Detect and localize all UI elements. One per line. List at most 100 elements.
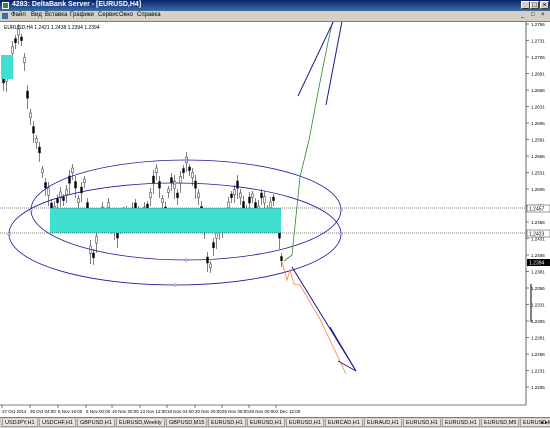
candle-body (188, 166, 191, 171)
price-tick-label: 1.2381 (531, 270, 545, 275)
time-tick-label: 2 Dec 12:00 (276, 409, 301, 414)
chart-tab[interactable]: EURUSD,H1 (442, 419, 480, 427)
title-bar: 4283: DeltaBank Server - [EURUSD,H4] _ □… (0, 0, 550, 11)
candle-body (197, 192, 200, 199)
candle-body (233, 189, 236, 196)
bearish-projection-path (281, 261, 347, 375)
candle-body (230, 193, 233, 198)
candle-body (77, 198, 80, 203)
candle-body (179, 176, 182, 184)
price-tick-label: 1.2656 (531, 88, 545, 93)
candle-body (38, 146, 41, 154)
time-tick-label: 13 Nov 12:00 (140, 409, 167, 414)
candle-body (158, 181, 161, 189)
candle-body (23, 57, 26, 64)
chart-tab[interactable]: GBPUSD,H1 (77, 419, 115, 427)
lower-ellipse[interactable] (8, 182, 342, 286)
ellipse-handle[interactable] (173, 283, 177, 287)
menu-tools[interactable]: Сервис (98, 12, 119, 18)
ellipse-handle[interactable] (7, 232, 11, 236)
candle-body (272, 196, 275, 201)
chart-tab[interactable]: EURUSD,M5 (481, 419, 520, 427)
candle-body (11, 46, 14, 54)
candle-body (242, 201, 245, 209)
price-tick-label: 1.2406 (531, 253, 545, 258)
price-tick-label: 1.2506 (531, 187, 545, 192)
price-tick-label: 1.2256 (531, 352, 545, 357)
candle-body (146, 203, 149, 208)
chart-tab[interactable]: EURUSD,H1 (403, 419, 441, 427)
ellipse-handle[interactable] (29, 208, 33, 212)
candles-layer (2, 24, 283, 273)
candle-body (83, 178, 86, 183)
menu-insert[interactable]: Вставка (45, 12, 67, 18)
up-arrow-right-line[interactable] (325, 15, 344, 106)
menu-view[interactable]: Вид (31, 12, 42, 18)
chart-header: EURUSD,H4 1.2421 1.2438 1.2394 1.2394 (4, 25, 100, 31)
candle-body (206, 256, 209, 264)
doc-minimize-button[interactable]: _ (521, 12, 524, 18)
price-tick-label: 1.2456 (531, 220, 545, 225)
price-tick-label: 1.2556 (531, 154, 545, 159)
lower-level-marker-text: 1.2423 (529, 232, 545, 238)
candle-body (95, 236, 98, 244)
time-tick-label: 20 Nov 20:00 (195, 409, 222, 414)
chart-tab[interactable]: EURUSD,Weekly (116, 419, 165, 427)
ellipse-handle[interactable] (339, 208, 343, 212)
chart-tab[interactable]: EURUSD,H1 (286, 419, 324, 427)
chart-tab[interactable]: GBPUSD,M15 (166, 419, 208, 427)
ellipse-handle[interactable] (173, 181, 177, 185)
upper-level-marker-text: 1.2457 (529, 207, 545, 213)
candle-body (155, 167, 158, 174)
app-icon (2, 2, 9, 9)
price-tick-label: 1.2731 (531, 39, 545, 44)
chart-tab[interactable]: EURAUD,H1 (364, 419, 402, 427)
menu-help[interactable]: Справка (137, 12, 161, 18)
price-tick-label: 1.2281 (531, 336, 545, 341)
candle-body (32, 126, 35, 134)
candle-body (44, 182, 47, 189)
menu-file[interactable]: Файл (11, 12, 26, 18)
menu-window[interactable]: Окно (119, 12, 133, 18)
candle-body (56, 198, 59, 203)
candle-body (86, 202, 89, 209)
ellipse-handle[interactable] (184, 258, 188, 262)
doc-close-button[interactable]: × (541, 12, 545, 18)
chart-tab[interactable]: EURCAD,H1 (325, 419, 363, 427)
menu-charts[interactable]: Графики (70, 12, 94, 18)
doc-restore-button[interactable]: □ (531, 12, 535, 18)
time-tick-label: 27 Oct 2014 (2, 409, 27, 414)
ellipse-handle[interactable] (184, 158, 188, 162)
maximize-button[interactable]: □ (530, 1, 539, 9)
candle-body (92, 252, 95, 259)
candle-body (194, 180, 197, 189)
price-tick-label: 1.2331 (531, 303, 545, 308)
chart-tab[interactable]: EURUSD,H1 (208, 419, 246, 427)
candle-body (35, 138, 38, 143)
time-tick-label: 6 Nov 00:00 (86, 409, 111, 414)
price-tick-label: 1.2306 (531, 319, 545, 324)
candle-body (260, 192, 263, 199)
candle-body (263, 196, 266, 204)
time-tick-label: 25 Nov 08:00 (222, 409, 249, 414)
time-tick-label: 28 Nov 00:00 (249, 409, 276, 414)
chart-tab[interactable]: USDJPY,H1 (2, 419, 38, 427)
chart-tab[interactable]: EURUSD,H1 (247, 419, 285, 427)
candle-body (167, 188, 170, 193)
candle-body (71, 167, 74, 174)
close-button[interactable]: × (540, 1, 549, 9)
time-tick-label: 10 Nov 20:00 (112, 409, 139, 414)
price-chart[interactable]: EURUSD,H4 1.2421 1.2438 1.2394 1.2394 1.… (0, 15, 550, 417)
ellipse-handle[interactable] (339, 232, 343, 236)
chart-tab[interactable]: USDCHF,H1 (39, 419, 76, 427)
tab-scroll-arrows[interactable]: ◂ ▸ (540, 419, 548, 426)
price-tick-label: 1.2356 (531, 286, 545, 291)
price-tick-label: 1.2681 (531, 72, 545, 77)
candle-body (149, 192, 152, 199)
price-tick-label: 1.2206 (531, 385, 545, 390)
candle-body (20, 36, 23, 41)
candle-body (280, 256, 283, 261)
minimize-button[interactable]: _ (521, 1, 530, 9)
chart-window[interactable]: EURUSD,H4 1.2421 1.2438 1.2394 1.2394 1.… (0, 15, 550, 417)
candle-body (134, 202, 137, 209)
